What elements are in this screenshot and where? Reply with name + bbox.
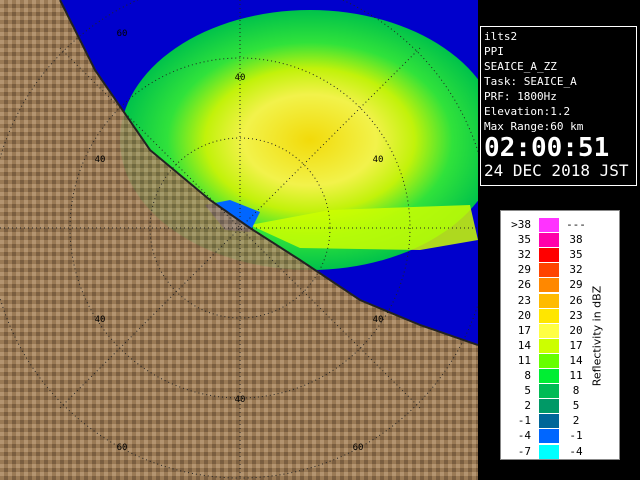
legend-low-value: 5 [524, 384, 531, 398]
legend-swatch [539, 414, 559, 429]
legend-swatch [539, 384, 559, 399]
legend-swatch [539, 369, 559, 383]
legend-high-value: 11 [569, 369, 583, 382]
legend-high-value: 29 [569, 278, 583, 292]
legend-low-value: 2 [524, 399, 531, 413]
legend-swatch [539, 308, 559, 323]
scan-time: 02:00:51 [484, 133, 610, 163]
legend-swatch [539, 248, 559, 263]
legend-high-value: 23 [569, 308, 583, 322]
legend-high-value: 8 [572, 384, 580, 398]
legend-high-value: 20 [569, 323, 583, 337]
legend-row: 35 38 [501, 232, 619, 248]
legend-low-value: 17 [517, 323, 531, 337]
legend-row: 29 32 [501, 262, 619, 278]
range-label-40-w: 40 [95, 155, 106, 165]
legend-row: >38 --- [501, 217, 619, 232]
legend-swatch [539, 218, 559, 232]
legend-swatch [539, 353, 559, 368]
legend-high-value: 2 [572, 414, 580, 428]
legend-high-value: 26 [569, 293, 583, 307]
legend-low-value: 26 [517, 278, 531, 292]
legend-row: -4 -1 [501, 428, 619, 444]
range-label-40-s: 40 [235, 395, 246, 405]
legend-row: -1 2 [501, 413, 619, 429]
legend-high-value: -1 [569, 429, 583, 443]
legend-low-value: 14 [517, 338, 531, 352]
product-name: SEAICE_A_ZZ [484, 60, 557, 73]
legend-low-value: -1 [517, 414, 531, 428]
range-label-40-se: 40 [373, 315, 384, 325]
legend-high-value: 32 [569, 263, 583, 277]
legend-low-value: 11 [517, 353, 531, 367]
legend-high-value: --- [566, 218, 586, 231]
legend-low-value: 35 [517, 233, 531, 247]
radar-ppi-image: 40 40 40 40 40 40 60 60 60 [0, 0, 478, 480]
legend-row: 25 [501, 398, 619, 414]
range-label-60-sw: 60 [117, 443, 128, 453]
legend-swatch [539, 263, 559, 278]
legend-high-value: 38 [569, 233, 583, 247]
scan-date: 24 DEC 2018 JST [484, 161, 629, 180]
legend-low-value: 20 [517, 308, 531, 322]
legend-high-value: 14 [569, 353, 583, 367]
legend-low-value: 32 [517, 248, 531, 262]
legend-row: -7 -4 [501, 444, 619, 459]
legend-low-value: 8 [524, 369, 531, 382]
legend-swatch [539, 233, 559, 248]
legend-swatch [539, 399, 559, 414]
legend-swatch [539, 278, 559, 293]
scan-mode: PPI [484, 45, 504, 58]
prf-value: PRF: 1800Hz [484, 90, 557, 103]
legend-title: Reflectivity in dBZ [590, 285, 604, 387]
legend-low-value: 29 [517, 263, 531, 277]
range-label-60-nw: 60 [117, 29, 128, 39]
legend-high-value: -4 [569, 444, 583, 458]
legend-swatch [539, 338, 559, 353]
legend-high-value: 35 [569, 248, 583, 262]
legend-high-value: 17 [569, 338, 583, 352]
legend-swatch [539, 429, 559, 444]
range-label-40-sw: 40 [95, 315, 106, 325]
elevation-value: Elevation:1.2 [484, 105, 571, 118]
max-range-value: Max Range:60 km [484, 120, 584, 133]
legend-high-value: 5 [572, 399, 580, 413]
legend-swatch [539, 293, 559, 308]
info-panel: ilts2 PPI SEAICE_A_ZZ Task: SEAICE_A PRF… [480, 26, 637, 186]
site-name: ilts2 [484, 30, 518, 43]
legend-low-value: 23 [517, 293, 531, 307]
legend-row: 32 35 [501, 247, 619, 263]
color-legend: >38 --- 35 38 32 35 29 32 26 29 23 26 20 23 17 20 14 17 11… [500, 210, 620, 460]
legend-swatch [539, 444, 559, 459]
legend-low-value: -4 [517, 429, 531, 443]
range-label-40-e: 40 [373, 155, 384, 165]
range-label-40-n: 40 [235, 73, 246, 83]
range-label-60-se: 60 [353, 443, 364, 453]
task-name: Task: SEAICE_A [484, 75, 577, 88]
legend-swatch [539, 323, 559, 338]
legend-low-value: >38 [511, 218, 531, 231]
legend-low-value: -7 [517, 444, 531, 458]
